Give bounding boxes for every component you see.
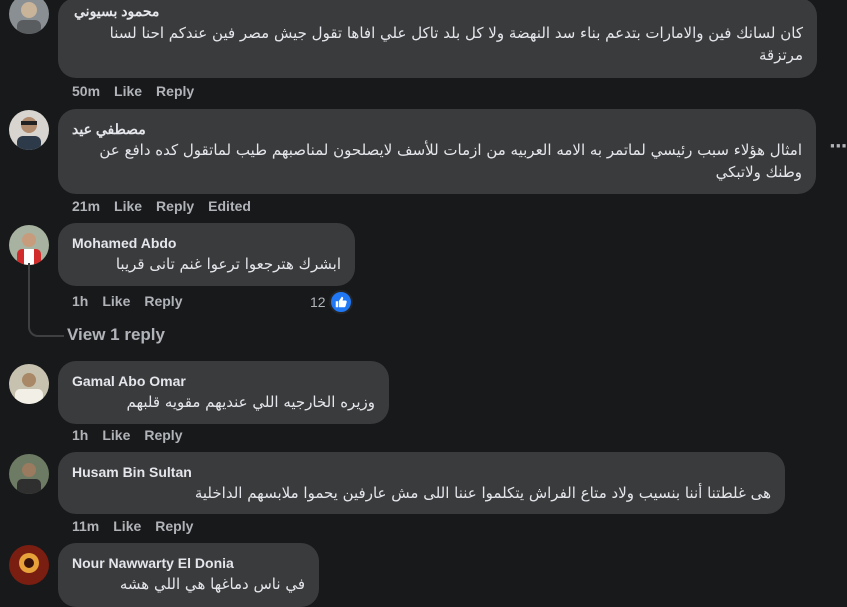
comment-bubble: Mohamed Abdo ابشرك هترجعوا ترعوا غنم تان… [58, 223, 355, 286]
comment-author[interactable]: Nour Nawwarty El Donia [72, 554, 234, 572]
avatar[interactable] [9, 454, 49, 494]
comment-text: كان لسانك فين والامارات بتدعم بناء سد ال… [109, 24, 803, 64]
comment-time[interactable]: 1h [72, 293, 88, 309]
comment-author[interactable]: Gamal Abo Omar [72, 372, 186, 390]
like-button[interactable]: Like [102, 293, 130, 309]
edited-label[interactable]: Edited [208, 198, 251, 214]
avatar[interactable] [9, 545, 49, 585]
comment-bubble: مصطفي عيد امثال هؤلاء سبب رئيسي لماتمر ب… [58, 109, 816, 194]
comment-text: في ناس دماغها هي اللي هشه [119, 575, 305, 593]
comment-bubble: محمود بسيوني كان لسانك فين والامارات بتد… [58, 0, 817, 78]
comment-time[interactable]: 11m [72, 518, 99, 534]
comment-bubble: Husam Bin Sultan هى غلطتنا أننا بنسيب ول… [58, 452, 785, 514]
comment-author[interactable]: Mohamed Abdo [72, 234, 176, 252]
like-button[interactable]: Like [113, 518, 141, 534]
comment-bubble: Gamal Abo Omar وزيره الخارجيه اللي عنديه… [58, 361, 389, 424]
comment-time[interactable]: 21m [72, 198, 100, 214]
comment-actions: 21m Like Reply Edited [72, 198, 251, 214]
reaction-count[interactable]: 12 [310, 290, 353, 314]
comment-actions: 50m Like Reply [72, 83, 194, 99]
comment-text: ابشرك هترجعوا ترعوا غنم تانى قريبا [115, 255, 341, 273]
comment-text: امثال هؤلاء سبب رئيسي لماتمر به الامه ال… [99, 141, 802, 181]
avatar[interactable] [9, 110, 49, 150]
like-button[interactable]: Like [102, 427, 130, 443]
comment-actions: 1h Like Reply [72, 427, 182, 443]
reply-thread-line [28, 263, 64, 337]
comment-actions: 1h Like Reply [72, 293, 182, 309]
comment-text: وزيره الخارجيه اللي عنديهم مقويه قلبهم [126, 393, 376, 411]
comment-time[interactable]: 50m [72, 83, 100, 99]
comment-text: هى غلطتنا أننا بنسيب ولاد متاع الفراش يت… [194, 484, 771, 502]
reply-button[interactable]: Reply [156, 198, 194, 214]
reaction-count-value: 12 [310, 294, 326, 310]
reply-button[interactable]: Reply [156, 83, 194, 99]
avatar[interactable] [9, 364, 49, 404]
comment-bubble: Nour Nawwarty El Donia في ناس دماغها هي … [58, 543, 319, 607]
comment-author[interactable]: مصطفي عيد [72, 120, 162, 138]
comment-time[interactable]: 1h [72, 427, 88, 443]
view-replies-link[interactable]: View 1 reply [67, 325, 165, 345]
avatar[interactable] [9, 0, 49, 34]
like-button[interactable]: Like [114, 83, 142, 99]
avatar[interactable] [9, 225, 49, 265]
comment-actions: 11m Like Reply [72, 518, 193, 534]
more-horizontal-icon[interactable]: ··· [829, 136, 847, 157]
comment-author[interactable]: محمود بسيوني [74, 2, 230, 20]
reply-button[interactable]: Reply [144, 293, 182, 309]
reply-button[interactable]: Reply [144, 427, 182, 443]
thumbs-up-icon [328, 290, 353, 314]
comment-author[interactable]: Husam Bin Sultan [72, 463, 192, 481]
like-button[interactable]: Like [114, 198, 142, 214]
reply-button[interactable]: Reply [155, 518, 193, 534]
